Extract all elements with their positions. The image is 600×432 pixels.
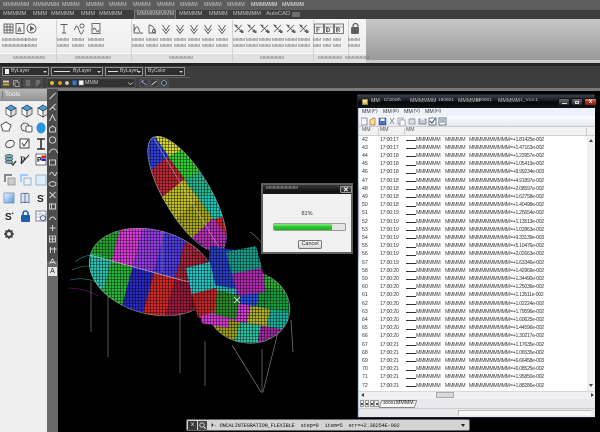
svg-text:+: + — [11, 211, 14, 217]
svg-text:-: - — [43, 193, 45, 199]
svg-text:P: P — [37, 157, 42, 164]
